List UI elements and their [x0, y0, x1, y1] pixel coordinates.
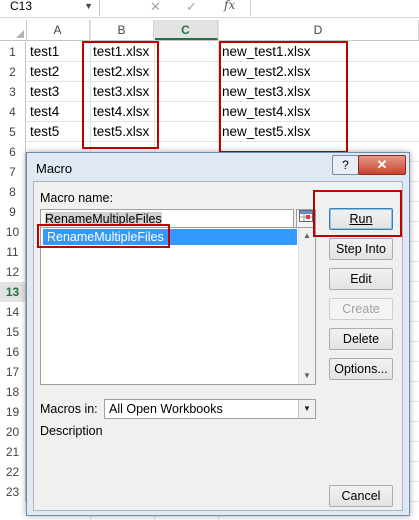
dialog-body: Macro name: RenameMultipleFiles RenameMu… [33, 181, 403, 511]
cell-a[interactable]: test5 [30, 122, 59, 142]
create-button-label: Create [342, 302, 380, 316]
row-header[interactable]: 8 [0, 182, 26, 202]
macros-in-label: Macros in: [40, 402, 98, 416]
cell-a[interactable]: test2 [30, 62, 59, 82]
row-header[interactable]: 4 [0, 102, 26, 122]
description-area [40, 439, 316, 499]
highlight-box-column-d [219, 41, 348, 153]
row-header[interactable]: 7 [0, 162, 26, 182]
macro-name-label: Macro name: [40, 191, 113, 205]
sheet-row: 1 test1 test1.xlsx new_test1.xlsx [0, 42, 419, 62]
step-into-button[interactable]: Step Into [329, 238, 393, 260]
name-box-value: C13 [10, 0, 33, 13]
row-header[interactable]: 18 [0, 382, 26, 402]
row-header[interactable]: 5 [0, 122, 26, 142]
row-header[interactable]: 11 [0, 242, 26, 262]
macro-dialog: Macro ? ✕ Macro name: RenameMultipleFile… [26, 152, 410, 516]
ref-edit-glyph [299, 210, 313, 222]
highlight-box-run [313, 190, 402, 237]
name-box-dropdown-icon[interactable]: ▼ [84, 0, 93, 16]
cell-a[interactable]: test4 [30, 102, 59, 122]
row-header[interactable]: 12 [0, 262, 26, 282]
cell-a[interactable]: test1 [30, 42, 59, 62]
row-header[interactable]: 3 [0, 82, 26, 102]
select-all-corner[interactable] [0, 20, 27, 40]
highlight-box-macro-item [37, 224, 170, 248]
formula-input[interactable] [250, 0, 419, 16]
column-header-c[interactable]: C [154, 20, 218, 40]
sheet-row: 2 test2 test2.xlsx new_test2.xlsx [0, 62, 419, 82]
formula-bar: C13 ▼ ✕ ✓ fx [0, 0, 419, 18]
macros-in-select[interactable]: All Open Workbooks ▼ [104, 399, 316, 419]
edit-button-label: Edit [350, 272, 372, 286]
sheet-row: 4 test4 test4.xlsx new_test4.xlsx [0, 102, 419, 122]
step-into-button-label: Step Into [335, 242, 387, 256]
row-header[interactable]: 1 [0, 42, 26, 62]
macros-in-value: All Open Workbooks [109, 402, 223, 416]
macro-list[interactable]: RenameMultipleFiles ▲ ▼ [40, 227, 316, 385]
name-box[interactable]: C13 ▼ [0, 0, 100, 16]
edit-button[interactable]: Edit [329, 268, 393, 290]
row-header[interactable]: 16 [0, 342, 26, 362]
close-icon[interactable]: ✕ [358, 155, 406, 175]
insert-function-icon[interactable]: fx [224, 0, 235, 12]
column-header-a[interactable]: A [26, 20, 90, 40]
row-header[interactable]: 9 [0, 202, 26, 222]
cancel-entry-icon[interactable]: ✕ [150, 0, 161, 15]
options-button-label: Options... [334, 362, 388, 376]
row-header[interactable]: 15 [0, 322, 26, 342]
help-icon[interactable]: ? [332, 155, 359, 175]
sheet-row: 3 test3 test3.xlsx new_test3.xlsx [0, 82, 419, 102]
create-button: Create [329, 298, 393, 320]
scroll-down-arrow-icon[interactable]: ▼ [299, 368, 315, 384]
options-button[interactable]: Options... [329, 358, 393, 380]
row-header[interactable]: 10 [0, 222, 26, 242]
row-header[interactable]: 2 [0, 62, 26, 82]
dropdown-arrow-icon[interactable]: ▼ [298, 400, 315, 418]
row-header[interactable]: 13 [0, 282, 26, 302]
description-label: Description [40, 424, 103, 438]
cell-a[interactable]: test3 [30, 82, 59, 102]
cancel-button-label: Cancel [341, 489, 381, 503]
enter-entry-icon[interactable]: ✓ [186, 0, 197, 15]
column-headers: A B C D [0, 20, 419, 41]
highlight-box-column-b [82, 41, 159, 149]
row-header[interactable]: 17 [0, 362, 26, 382]
row-header[interactable]: 20 [0, 422, 26, 442]
dialog-title: Macro [36, 161, 73, 176]
row-header[interactable]: 6 [0, 142, 26, 162]
column-header-d[interactable]: D [218, 20, 419, 40]
row-header[interactable]: 21 [0, 442, 26, 462]
row-header[interactable]: 23 [0, 482, 26, 502]
sheet-row: 5 test5 test5.xlsx new_test5.xlsx [0, 122, 419, 142]
row-header[interactable]: 14 [0, 302, 26, 322]
macro-list-scrollbar[interactable]: ▲ ▼ [298, 228, 315, 384]
column-header-b[interactable]: B [90, 20, 154, 40]
row-header[interactable]: 22 [0, 462, 26, 482]
row-header[interactable]: 19 [0, 402, 26, 422]
delete-button[interactable]: Delete [329, 328, 393, 350]
delete-button-label: Delete [342, 332, 380, 346]
macro-name-label-text: Macro name: [40, 191, 113, 205]
cancel-button[interactable]: Cancel [329, 485, 393, 507]
